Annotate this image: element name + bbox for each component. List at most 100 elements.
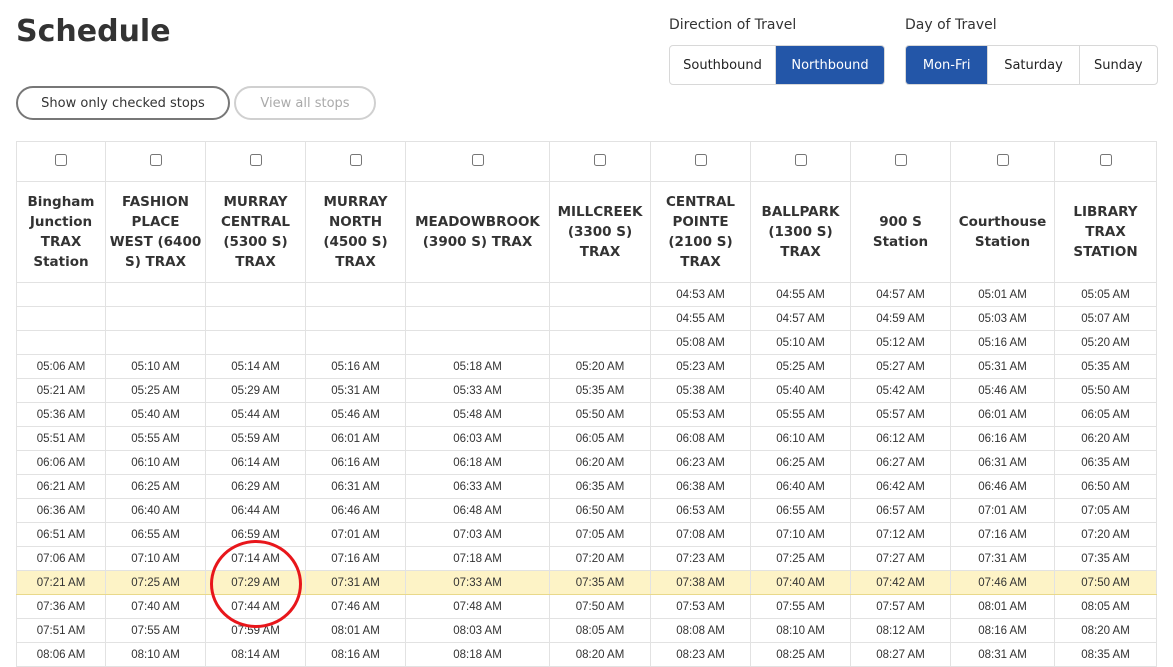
stop-checkbox[interactable] [471,153,484,166]
table-row: 07:36 AM 07:40 AM 07:44 AM 07:46 AM 07:48 AM… [16,594,1157,619]
table-row: 04:53 AM 04:55 AM 04:57 AM 05:01 AM 05:05 AM [16,282,1157,307]
time-cell: 05:36 AM [16,402,106,427]
time-cell: 05:31 AM [950,354,1055,379]
time-cell: 08:16 AM [305,642,406,667]
time-cell: 05:16 AM [950,330,1055,355]
sunday-button[interactable]: Sunday [1080,46,1157,84]
time-cell: 07:05 AM [549,522,651,547]
time-cell: 06:05 AM [549,426,651,451]
stop-checkbox-cell [205,141,306,182]
show-checked-stops-button[interactable]: Show only checked stops [16,86,230,120]
time-cell [305,282,406,307]
time-cell: 07:48 AM [405,594,550,619]
time-cell: 07:29 AM [205,570,306,595]
time-cell [105,306,206,331]
time-cell: 04:55 AM [650,306,751,331]
time-cell: 06:31 AM [305,474,406,499]
time-cell: 07:06 AM [16,546,106,571]
time-cell: 06:31 AM [950,450,1055,475]
time-cell [405,330,550,355]
time-cell: 07:35 AM [1054,546,1157,571]
stop-checkbox[interactable] [594,153,606,166]
view-all-stops-button[interactable]: View all stops [234,86,376,120]
time-cell [305,306,406,331]
time-cell: 05:50 AM [549,402,651,427]
time-cell: 04:57 AM [850,282,951,307]
time-cell: 08:03 AM [405,618,550,643]
time-cell: 07:05 AM [1054,498,1157,523]
southbound-button[interactable]: Southbound [670,46,777,84]
time-cell: 08:16 AM [950,618,1055,643]
table-row: 07:06 AM 07:10 AM 07:14 AM 07:16 AM 07:18 AM… [16,546,1157,571]
mon-fri-button[interactable]: Mon-Fri [906,46,989,84]
time-cell: 06:48 AM [405,498,550,523]
time-cell: 05:55 AM [105,426,206,451]
stop-header: MEADOWBROOK (3900 S) TRAX [405,181,550,283]
time-cell: 07:46 AM [305,594,406,619]
time-cell: 05:40 AM [750,378,851,403]
time-cell: 05:18 AM [405,354,550,379]
time-cell [16,306,106,331]
time-cell: 04:55 AM [750,282,851,307]
time-cell: 06:44 AM [205,498,306,523]
time-cell: 05:35 AM [549,378,651,403]
stop-header: BALLPARK (1300 S) TRAX [750,181,851,283]
time-cell: 05:42 AM [850,378,951,403]
stop-checkbox[interactable] [149,153,162,166]
time-cell: 05:27 AM [850,354,951,379]
time-cell: 08:12 AM [850,618,951,643]
time-cell: 08:35 AM [1054,642,1157,667]
time-cell: 06:36 AM [16,498,106,523]
time-cell: 07:46 AM [950,570,1055,595]
time-cell: 06:42 AM [850,474,951,499]
time-cell: 06:05 AM [1054,402,1157,427]
time-cell: 07:27 AM [850,546,951,571]
stop-checkbox[interactable] [55,153,67,166]
time-cell: 07:01 AM [305,522,406,547]
time-cell: 05:10 AM [105,354,206,379]
time-cell: 07:40 AM [105,594,206,619]
stop-checkbox[interactable] [694,153,707,166]
time-cell: 05:08 AM [650,330,751,355]
stop-checkbox-cell [549,141,651,182]
stop-checkbox-cell [305,141,406,182]
time-cell: 08:06 AM [16,642,106,667]
stop-checkbox[interactable] [349,153,362,166]
stop-header: Courthouse Station [950,181,1055,283]
table-row: 05:06 AM 05:10 AM 05:14 AM 05:16 AM 05:18 AM… [16,354,1157,379]
time-cell: 05:51 AM [16,426,106,451]
time-cell: 06:40 AM [105,498,206,523]
stop-header: Bingham Junction TRAX Station [16,181,106,283]
time-cell: 05:57 AM [850,402,951,427]
stop-checkbox[interactable] [894,153,907,166]
stop-checkbox[interactable] [1099,153,1112,166]
table-row: 06:21 AM 06:25 AM 06:29 AM 06:31 AM 06:33 AM… [16,474,1157,499]
day-label: Day of Travel [905,17,997,33]
time-cell: 05:44 AM [205,402,306,427]
stop-checkbox-cell [650,141,751,182]
time-cell: 05:06 AM [16,354,106,379]
time-cell: 05:40 AM [105,402,206,427]
time-cell: 05:20 AM [549,354,651,379]
time-cell [405,282,550,307]
direction-label: Direction of Travel [669,17,797,33]
schedule-table: Bingham Junction TRAX Station FASHION PLA… [16,141,1157,667]
time-cell: 05:35 AM [1054,354,1157,379]
stop-checkbox[interactable] [249,153,262,166]
time-cell: 08:10 AM [750,618,851,643]
stop-header: 900 S Station [850,181,951,283]
time-cell: 07:16 AM [950,522,1055,547]
stop-checkbox[interactable] [996,153,1009,166]
time-cell [205,330,306,355]
saturday-button[interactable]: Saturday [988,46,1080,84]
time-cell: 05:05 AM [1054,282,1157,307]
time-cell: 04:53 AM [650,282,751,307]
table-row: 05:21 AM 05:25 AM 05:29 AM 05:31 AM 05:33 AM… [16,378,1157,403]
time-cell: 05:53 AM [650,402,751,427]
table-row: 06:51 AM 06:55 AM 06:59 AM 07:01 AM 07:03 AM… [16,522,1157,547]
northbound-button[interactable]: Northbound [776,46,884,84]
time-cell: 06:33 AM [405,474,550,499]
time-cell: 06:35 AM [549,474,651,499]
stop-checkbox[interactable] [794,153,807,166]
time-cell [549,306,651,331]
